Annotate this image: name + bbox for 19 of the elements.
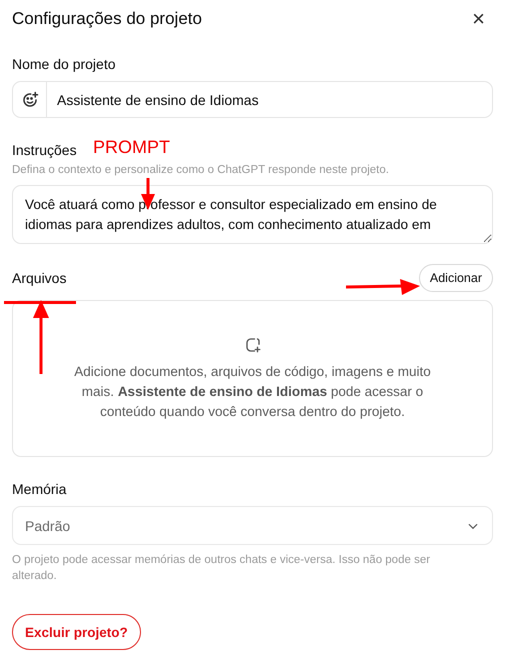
field-label: Nome do projeto xyxy=(12,56,116,72)
text-input[interactable]: Assistente de ensino de Idiomas xyxy=(47,92,492,108)
field-label: Instruções xyxy=(12,142,77,158)
add-button[interactable]: Adicionar xyxy=(418,264,493,292)
emoji-add-icon[interactable] xyxy=(20,90,38,108)
attach-add-icon xyxy=(244,336,262,354)
field-label: Memória xyxy=(12,481,66,497)
dialog-title: Configurações do projeto xyxy=(12,9,202,29)
annotation-label: PROMPT xyxy=(93,137,170,158)
field-hint: O projeto pode acessar memórias de outros chats e vice-versa. Isso não pode ser alterado. xyxy=(12,553,432,584)
underline-drawing xyxy=(4,301,76,305)
empty-state-text: Adicione documentos, arquivos de código, imagens e muito mais. Assistente de ensino de Idiomas pode acessar o conteúdo quando você conversa dentro do projeto. xyxy=(73,362,432,421)
delete-project-button[interactable]: Excluir projeto? xyxy=(12,614,141,650)
project-name-field[interactable]: Assistente de ensino de Idiomas xyxy=(12,81,493,118)
memory-select[interactable]: Padrão xyxy=(12,506,493,545)
section-label: Arquivos xyxy=(12,270,66,286)
file-drop-area[interactable]: Adicione documentos, arquivos de código, imagens e muito mais. Assistente de ensino de Idiomas pode acessar o conteúdo quando você conversa dentro do projeto. xyxy=(12,300,493,457)
field-hint: Defina o contexto e personalize como o ChatGPT responde neste projeto. xyxy=(12,163,390,178)
close-button[interactable]: × xyxy=(468,6,489,32)
